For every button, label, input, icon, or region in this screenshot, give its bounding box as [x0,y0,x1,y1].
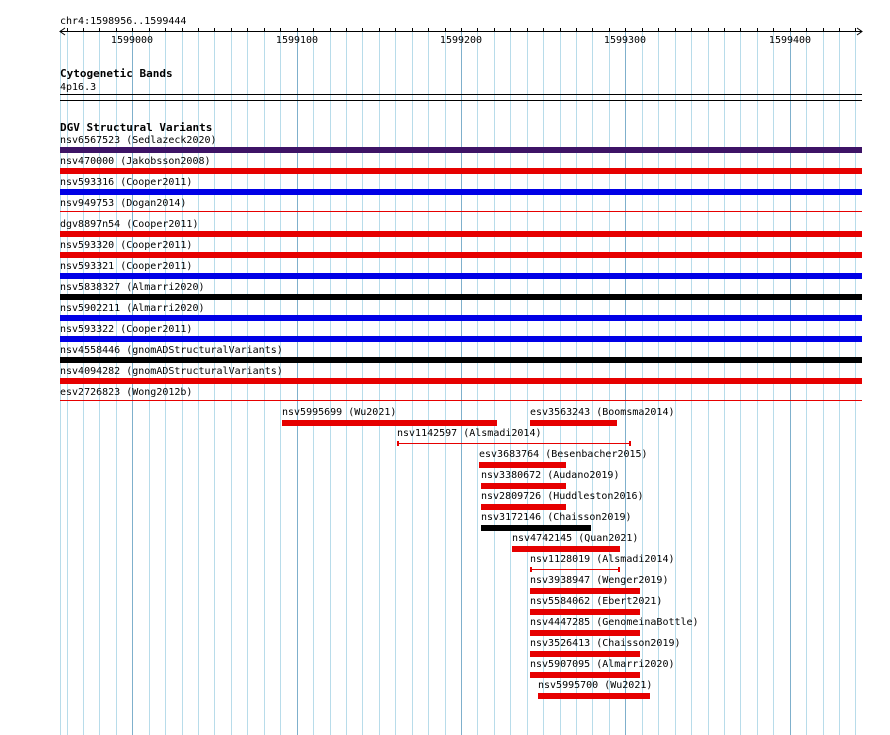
variant-bar[interactable] [512,546,620,552]
cytoband-bar-top [60,94,862,95]
variant-bar[interactable] [481,525,591,531]
variant-bar[interactable] [530,569,619,570]
variant-bar[interactable] [397,443,630,444]
variant-bar[interactable] [60,315,862,321]
genome-browser-view: chr4:1598956..1599444 1599000 1599100 1599… [0,0,890,735]
variant-end-cap [618,567,620,572]
variant-label[interactable]: nsv3380672 (Audano2019) [481,470,619,481]
variant-bar[interactable] [60,357,862,363]
variant-label[interactable]: esv3563243 (Boomsma2014) [530,407,675,418]
variant-label[interactable]: nsv3938947 (Wenger2019) [530,575,668,586]
variant-label[interactable]: nsv6567523 (Sedlazeck2020) [60,135,217,146]
ruler-tick-label: 1599300 [603,35,647,46]
variant-label[interactable]: dgv8897n54 (Cooper2011) [60,219,198,230]
variant-bar[interactable] [530,609,640,615]
variant-label[interactable]: esv3683764 (Besenbacher2015) [479,449,648,460]
variant-label[interactable]: nsv2809726 (Huddleston2016) [481,491,644,502]
variant-label[interactable]: nsv4558446 (gnomADStructuralVariants) [60,345,283,356]
variant-label[interactable]: nsv5902211 (Almarri2020) [60,303,205,314]
variant-label[interactable]: nsv593320 (Cooper2011) [60,240,192,251]
variant-label[interactable]: nsv5584062 (Ebert2021) [530,596,662,607]
variant-label[interactable]: nsv5995699 (Wu2021) [282,407,396,418]
track-separator [60,100,862,101]
variant-label[interactable]: nsv3526413 (Chaisson2019) [530,638,681,649]
variant-bar[interactable] [60,400,862,401]
variant-bar[interactable] [481,504,566,510]
ruler-tick-label: 1599000 [110,35,154,46]
variant-bar[interactable] [538,693,650,699]
variant-label[interactable]: nsv1128019 (Alsmadi2014) [530,554,675,565]
variant-bar[interactable] [60,211,862,212]
variant-label[interactable]: nsv5907095 (Almarri2020) [530,659,675,670]
variant-bar[interactable] [60,273,862,279]
cytoband-label: 4p16.3 [60,82,97,93]
variant-label[interactable]: nsv949753 (Dogan2014) [60,198,186,209]
ruler-tick-label: 1599200 [439,35,483,46]
variant-label[interactable]: nsv593316 (Cooper2011) [60,177,192,188]
variant-end-cap [530,567,532,572]
variant-bar[interactable] [60,252,862,258]
variant-bar[interactable] [481,483,566,489]
variant-bar[interactable] [530,630,640,636]
variant-bar[interactable] [479,462,566,468]
variant-bar[interactable] [60,168,862,174]
ruler-tick-label: 1599400 [768,35,812,46]
variant-label[interactable]: esv2726823 (Wong2012b) [60,387,192,398]
variant-label[interactable]: nsv593322 (Cooper2011) [60,324,192,335]
variant-bar[interactable] [60,189,862,195]
cytoband-track-title[interactable]: Cytogenetic Bands [60,68,173,80]
variant-label[interactable]: nsv4094282 (gnomADStructuralVariants) [60,366,283,377]
variant-bar[interactable] [530,651,640,657]
variant-label[interactable]: nsv1142597 (Alsmadi2014) [397,428,542,439]
variant-label[interactable]: nsv4742145 (Quan2021) [512,533,638,544]
variant-bar[interactable] [530,420,617,426]
variant-label[interactable]: nsv5995700 (Wu2021) [538,680,652,691]
variant-end-cap [397,441,399,446]
variant-label[interactable]: nsv5838327 (Almarri2020) [60,282,205,293]
variant-label[interactable]: nsv4447285 (GenomeinaBottle) [530,617,699,628]
variant-bar[interactable] [60,294,862,300]
dgv-track-title[interactable]: DGV Structural Variants [60,122,212,134]
variant-bar[interactable] [530,672,640,678]
variant-label[interactable]: nsv470000 (Jakobsson2008) [60,156,211,167]
variant-bar[interactable] [60,147,862,153]
variant-bar[interactable] [60,231,862,237]
variant-label[interactable]: nsv3172146 (Chaisson2019) [481,512,632,523]
variant-bar[interactable] [60,336,862,342]
variant-bar[interactable] [60,378,862,384]
variant-label[interactable]: nsv593321 (Cooper2011) [60,261,192,272]
ruler-tick-label: 1599100 [275,35,319,46]
variant-bar[interactable] [282,420,497,426]
variant-bar[interactable] [530,588,640,594]
variant-end-cap [629,441,631,446]
